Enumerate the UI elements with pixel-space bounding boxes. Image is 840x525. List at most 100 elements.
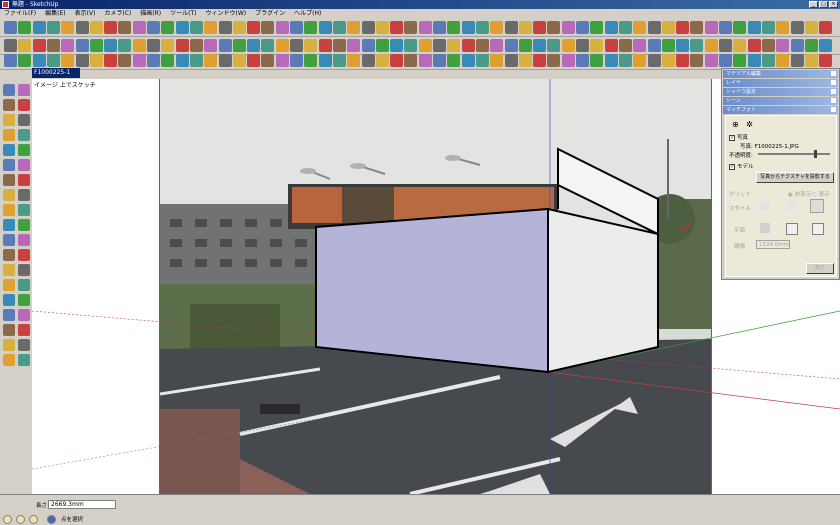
toolbar-tool-icon[interactable] xyxy=(661,21,675,34)
toolbar-tool-icon[interactable] xyxy=(132,54,146,67)
toolbar-tool-icon[interactable] xyxy=(533,21,547,34)
toolbar-tool-icon[interactable] xyxy=(118,54,132,67)
toolbar-tool-icon[interactable] xyxy=(4,54,17,67)
left-tool-icon[interactable] xyxy=(3,264,15,276)
toolbar-tool-icon[interactable] xyxy=(819,21,833,34)
left-tool-icon[interactable] xyxy=(3,84,15,96)
left-tool-icon[interactable] xyxy=(18,129,30,141)
left-tool-icon[interactable] xyxy=(18,174,30,186)
menu-view[interactable]: 表示(V) xyxy=(75,9,96,18)
toolbar-tool-icon[interactable] xyxy=(61,54,75,67)
menu-camera[interactable]: カメラ(C) xyxy=(104,9,131,18)
left-tool-icon[interactable] xyxy=(3,159,15,171)
toolbar-tool-icon[interactable] xyxy=(61,21,75,34)
plane-icon-2[interactable] xyxy=(786,223,798,235)
done-button[interactable]: 完了 xyxy=(806,263,834,274)
left-tool-icon[interactable] xyxy=(18,264,30,276)
panel-section-scenes[interactable]: シーン xyxy=(723,97,838,105)
toolbar-tool-icon[interactable] xyxy=(518,21,532,34)
toolbar-tool-icon[interactable] xyxy=(332,21,346,34)
toolbar-tool-icon[interactable] xyxy=(447,54,461,67)
left-tool-icon[interactable] xyxy=(18,84,30,96)
opacity-slider[interactable] xyxy=(758,150,830,158)
toolbar-tool-icon[interactable] xyxy=(375,21,389,34)
toolbar-tool-icon[interactable] xyxy=(776,54,790,67)
toolbar-tool-icon[interactable] xyxy=(390,54,404,67)
toolbar-tool-icon[interactable] xyxy=(704,54,718,67)
scene-tab[interactable]: F1000225-1 (2) xyxy=(32,68,80,86)
left-tool-icon[interactable] xyxy=(18,324,30,336)
left-tool-icon[interactable] xyxy=(18,159,30,171)
left-tool-icon[interactable] xyxy=(3,219,15,231)
toolbar-tool-icon[interactable] xyxy=(676,21,690,34)
left-tool-icon[interactable] xyxy=(3,234,15,246)
toolbar-tool-icon[interactable] xyxy=(132,21,146,34)
left-tool-icon[interactable] xyxy=(18,144,30,156)
toolbar-tool-icon[interactable] xyxy=(290,54,303,67)
left-tool-icon[interactable] xyxy=(3,309,15,321)
toolbar-tool-icon[interactable] xyxy=(804,54,818,67)
toolbar-tool-icon[interactable] xyxy=(604,54,618,67)
left-tool-icon[interactable] xyxy=(3,354,15,366)
toolbar-tool-icon[interactable] xyxy=(332,54,346,67)
panel-section-materials[interactable]: マテリアル編集 xyxy=(723,70,838,78)
grid-style-icon-2[interactable] xyxy=(786,201,796,211)
user-icon[interactable] xyxy=(29,515,38,524)
toolbar-tool-icon[interactable] xyxy=(804,21,818,34)
toolbar-tool-icon[interactable] xyxy=(175,54,189,67)
help-icon[interactable] xyxy=(47,515,56,524)
toolbar-tool-icon[interactable] xyxy=(418,54,432,67)
toolbar-tool-icon[interactable] xyxy=(604,21,618,34)
grid-style-icon-3[interactable] xyxy=(810,199,824,213)
menu-plugins[interactable]: プラグイン xyxy=(255,9,285,18)
left-tool-icon[interactable] xyxy=(3,294,15,306)
toolbar-tool-icon[interactable] xyxy=(304,21,318,34)
left-tool-icon[interactable] xyxy=(18,219,30,231)
left-tool-icon[interactable] xyxy=(3,324,15,336)
settings-gear-icon[interactable]: ✲ xyxy=(746,120,753,129)
toolbar-tool-icon[interactable] xyxy=(46,21,60,34)
toolbar-tool-icon[interactable] xyxy=(761,21,775,34)
minimize-button[interactable]: _ xyxy=(809,1,818,8)
toolbar-tool-icon[interactable] xyxy=(89,21,103,34)
toolbar-tool-icon[interactable] xyxy=(561,21,575,34)
left-tool-icon[interactable] xyxy=(3,279,15,291)
toolbar-tool-icon[interactable] xyxy=(790,21,804,34)
toolbar-tool-icon[interactable] xyxy=(75,21,89,34)
toolbar-tool-icon[interactable] xyxy=(576,54,589,67)
toolbar-tool-icon[interactable] xyxy=(475,21,489,34)
toolbar-tool-icon[interactable] xyxy=(46,54,60,67)
panel-section-layers[interactable]: レイヤ xyxy=(723,79,838,87)
left-tool-icon[interactable] xyxy=(3,204,15,216)
left-tool-icon[interactable] xyxy=(18,99,30,111)
drawing-viewport[interactable]: イメージ 上でスケッチ xyxy=(32,79,840,494)
toolbar-tool-icon[interactable] xyxy=(232,54,246,67)
toolbar-tool-icon[interactable] xyxy=(404,54,418,67)
toolbar-tool-icon[interactable] xyxy=(418,21,432,34)
toolbar-tool-icon[interactable] xyxy=(719,21,732,34)
toolbar-tool-icon[interactable] xyxy=(719,54,732,67)
plane-icon-3[interactable] xyxy=(812,223,824,235)
toolbar-tool-icon[interactable] xyxy=(218,21,232,34)
toolbar-tool-icon[interactable] xyxy=(633,54,647,67)
menu-draw[interactable]: 描画(R) xyxy=(140,9,161,18)
toolbar-tool-icon[interactable] xyxy=(32,54,46,67)
left-tool-icon[interactable] xyxy=(18,309,30,321)
toolbar-tool-icon[interactable] xyxy=(347,54,361,67)
add-photo-icon[interactable]: ⊕ xyxy=(732,120,739,129)
toolbar-tool-icon[interactable] xyxy=(547,54,561,67)
toolbar-tool-icon[interactable] xyxy=(304,54,318,67)
toolbar-tool-icon[interactable] xyxy=(618,21,632,34)
toolbar-tool-icon[interactable] xyxy=(375,54,389,67)
opacity-slider-thumb[interactable] xyxy=(814,150,817,158)
toolbar-tool-icon[interactable] xyxy=(247,54,261,67)
panel-section-matchphoto[interactable]: マッチフォト xyxy=(723,106,838,114)
toolbar-tool-icon[interactable] xyxy=(647,54,661,67)
left-tool-icon[interactable] xyxy=(18,279,30,291)
toolbar-tool-icon[interactable] xyxy=(189,54,203,67)
toolbar-tool-icon[interactable] xyxy=(633,21,647,34)
toolbar-tool-icon[interactable] xyxy=(261,54,275,67)
toolbar-tool-icon[interactable] xyxy=(761,54,775,67)
toolbar-tool-icon[interactable] xyxy=(533,54,547,67)
toolbar-tool-icon[interactable] xyxy=(819,54,833,67)
